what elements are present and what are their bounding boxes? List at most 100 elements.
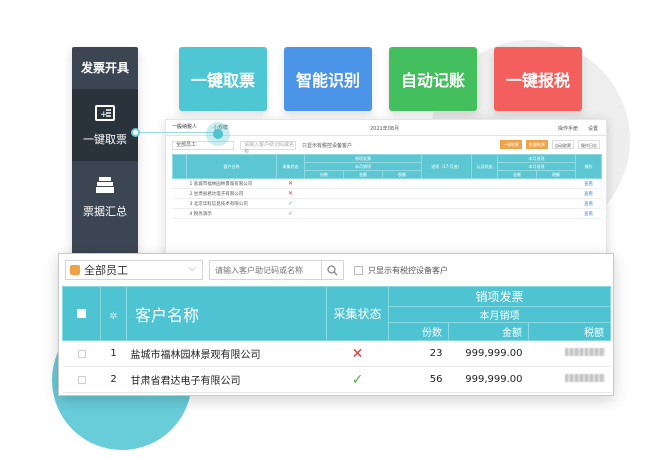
side-item-invoice-summary[interactable]: 票据汇总 [72,161,138,233]
feature-smart-recognition[interactable]: 智能识别 [284,47,372,111]
side-item-label: 票据汇总 [83,205,127,218]
side-menu-title: 发票开具 [80,61,129,75]
employee-select[interactable]: 全部员工 ⌵ [65,260,203,280]
connector-end-dot [213,129,223,139]
table-row: 1 盐城市福林园林景观有限公司 ✕ 查看 [172,178,602,189]
table-row: 3 北京华科信息技术有限公司 ✓ 查看 [172,198,602,209]
zoomed-table-window: 全部员工 ⌵ 只显示有税控设备客户 ✲ 客户名称 采集状态 销项发票 本月销项 … [58,253,614,396]
search-input[interactable] [209,260,322,280]
tax-device-filter-label: 只显示有税控设备客户 [302,142,353,149]
customer-name: 2 甘肃省君达电子有限公司 [186,188,277,199]
header-select-all[interactable] [62,286,101,341]
header-sales: 销项发票 [304,154,422,163]
status-fail-icon: ✕ [351,345,364,362]
tax-device-filter-label: 只显示有税控设备客户 [368,265,448,275]
invoice-count: 23 [388,340,449,367]
operation-log-button[interactable]: 操作日志 [578,140,600,149]
row-checkbox[interactable] [172,198,187,209]
feature-label: 自动记账 [400,71,465,90]
header-tax: 税额 [528,322,611,341]
header-collect-status: 采集状态 [326,286,389,341]
header-customer-name: 客户名称 [126,286,327,341]
auto-fetch-button[interactable]: 自动取票 [552,140,574,149]
header-tax: 税额 [536,170,576,179]
header-tax: 税额 [382,170,422,179]
status-cell: ✕ [326,340,389,367]
feature-label: 智能识别 [295,71,360,90]
mini-tabs: 一般纳税人 小规模 2021年08月 操作手册 设置 [166,120,606,136]
view-link[interactable]: 查看 [575,178,602,189]
header-auth: 认证状态 [471,154,498,179]
header-settings[interactable]: ✲ [100,286,127,341]
header-month-sales: 本月销项 [304,162,422,171]
row-checkbox-cell[interactable] [62,340,101,367]
header-month-sales: 本月销项 [388,306,611,323]
feature-auto-bookkeeping[interactable]: 自动记账 [389,47,477,111]
select-all-checkbox[interactable] [77,309,86,318]
header-amount: 金额 [448,322,529,341]
header-input-period: 进项（17-月底） [421,154,472,179]
redacted-value [564,348,605,356]
customer-name: 甘肃省君达电子有限公司 [126,366,327,393]
redacted-value [564,374,605,382]
period-date[interactable]: 2021年08月 [370,125,399,132]
row-checkbox-cell[interactable] [62,366,101,393]
view-link[interactable]: 查看 [575,188,602,199]
tab-general-taxpayer[interactable]: 一般纳税人 [172,123,198,133]
feature-label: 一键取票 [190,71,255,90]
invoice-amount: 999,999.00 [448,366,529,393]
employee-select-value: 全部员工 [84,264,128,277]
header-count: 份数 [388,322,449,341]
employee-icon [70,265,80,275]
header-count: 份数 [304,170,344,179]
table-row: 2 甘肃省君达电子有限公司 ✓ 56 999,999.00 [62,366,611,393]
connector-start-dot [131,128,140,137]
mini-toolbar: 全部员工 请输入客户助记码或名称 只显示有税控设备客户 一键取票 批量取票 自动… [166,136,606,155]
header-status: 采集状态 [276,154,305,179]
row-checkbox[interactable] [172,208,187,219]
mini-table: 客户名称 采集状态 销项发票 进项（17-月底） 认证状态 本月进项 操作 本月… [172,154,602,219]
search-input[interactable]: 请输入客户助记码或名称 [240,140,296,155]
view-link[interactable]: 查看 [575,208,602,219]
settings-link[interactable]: 设置 [588,125,598,132]
customer-name: 3 北京华科信息技术有限公司 [186,198,277,209]
view-link[interactable]: 查看 [575,198,602,209]
invoice-stack-icon [94,175,116,195]
manual-link[interactable]: 操作手册 [558,125,578,132]
search-icon[interactable] [322,260,344,280]
feature-one-click-tax-filing[interactable]: 一键报税 [494,47,582,111]
side-item-one-click-fetch[interactable]: + 一键取票 [72,89,138,161]
mini-window: 一般纳税人 小规模 2021年08月 操作手册 设置 全部员工 请输入客户助记码… [165,119,607,264]
side-menu: 发票开具 + 一键取票 票据汇总 [72,47,138,277]
header-amount: 金额 [343,170,383,179]
tax-amount-redacted [528,340,611,367]
tax-device-filter-checkbox[interactable] [354,265,363,275]
side-item-label: 一键取票 [83,133,127,146]
tax-amount-redacted [528,366,611,393]
row-checkbox[interactable] [77,375,86,384]
feature-one-click-fetch[interactable]: 一键取票 [179,47,267,111]
header-checkbox[interactable] [172,154,187,179]
invoice-count: 56 [388,366,449,393]
row-checkbox[interactable] [172,188,187,199]
one-click-fetch-button[interactable]: 一键取票 [500,140,522,149]
row-index: 2 [100,366,127,393]
row-index: 1 [100,340,127,367]
chevron-down-icon: ⌵ [188,263,196,274]
status-success-icon: ✓ [276,208,305,219]
status-fail-icon: ✕ [276,178,305,189]
table-row: 1 盐城市福林园林景观有限公司 ✕ 23 999,999.00 [62,340,611,367]
header-customer: 客户名称 [186,154,277,179]
customer-table: ✲ 客户名称 采集状态 销项发票 本月销项 份数 金额 税额 1 盐城市福林园林… [62,286,611,393]
batch-fetch-button[interactable]: 批量取票 [526,140,548,149]
customer-name: 1 盐城市福林园林景观有限公司 [186,178,277,189]
header-month-input-sub: 本月进项 [497,162,576,171]
table-row: 4 税务演示 ✓ 查看 [172,208,602,219]
row-checkbox[interactable] [77,349,86,358]
row-checkbox[interactable] [172,178,187,189]
feature-label: 一键报税 [505,71,570,90]
status-success-icon: ✓ [351,371,364,388]
gear-icon[interactable]: ✲ [109,311,117,322]
status-fail-icon: ✕ [276,188,305,199]
header-sales-invoice: 销项发票 [388,286,611,307]
